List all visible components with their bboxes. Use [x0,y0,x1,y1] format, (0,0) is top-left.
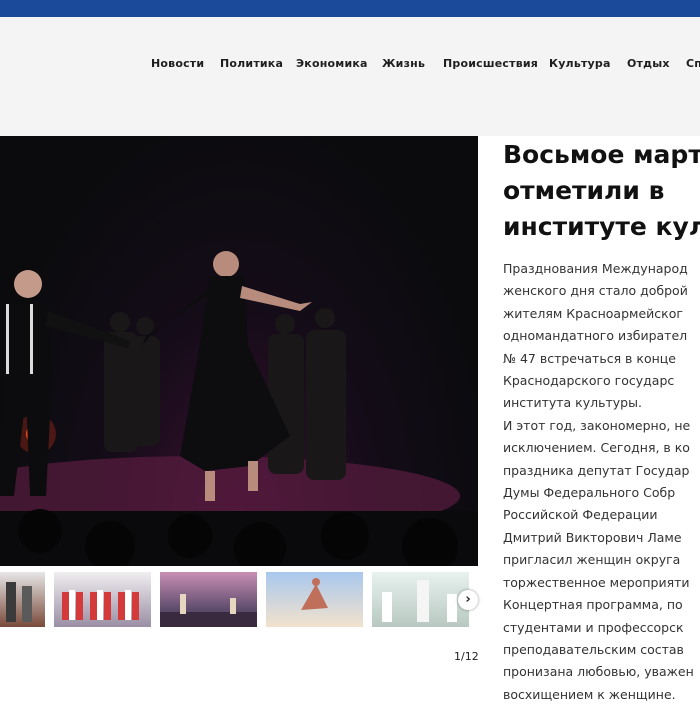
dance-scene-illustration [0,251,478,566]
article-line: № 47 встречаться в конце [503,350,676,366]
top-bar [0,0,700,17]
article-line: института культуры. [503,395,642,411]
thumbnail-4[interactable] [266,572,363,627]
article-line: женского дня стало доброй [503,283,688,299]
article-line: Празднования Международ [503,261,688,276]
nav-item-leisure[interactable]: Отдых [627,57,670,70]
thumbnail-3[interactable] [160,572,257,627]
gallery-counter: 1/12 [454,650,479,663]
article-line: студентами и профессорск [503,619,684,635]
thumbnail-1-image [6,582,32,622]
thumbnail-1[interactable] [0,572,45,627]
article-title-line: институте кул [503,212,700,241]
article-line: исключением. Сегодня, в ко [503,440,690,456]
article-line: И этот год, закономерно, не [503,417,691,433]
thumbnail-2-image [62,590,139,620]
nav-item-news[interactable]: Новости [151,57,204,70]
thumbnail-strip [0,572,480,628]
nav-item-politics[interactable]: Политика [220,57,283,70]
thumbnail-5[interactable] [372,572,469,627]
article-title: Восьмое март отметили в институте кул [503,137,700,245]
article-line: Концертная программа, по [503,597,683,613]
article-title-line: отметили в [503,176,665,205]
thumbnail-4-image [301,578,328,610]
article-body: Празднования Международ женского дня ста… [503,258,700,706]
nav-item-incidents[interactable]: Происшествия [443,57,538,70]
chevron-right-icon[interactable]: › [458,590,478,610]
article-line: Дмитрий Викторович Ламе [503,529,682,545]
thumbnail-5-image [382,580,457,622]
thumbnail-3-image [160,594,257,627]
nav-item-sport[interactable]: Сп [686,57,700,70]
nav-item-culture[interactable]: Культура [549,57,611,70]
thumbnail-2[interactable] [54,572,151,627]
article-line: пригласил женщин округа [503,552,681,568]
article-line: одномандатного избирател [503,328,688,344]
article-line: Думы Федерального Собр [503,485,676,501]
article-line: праздника депутат Государ [503,462,690,478]
main-photo[interactable] [0,136,478,566]
nav-item-life[interactable]: Жизнь [382,57,425,70]
nav-item-economy[interactable]: Экономика [296,57,368,70]
article-line: преподавательским состав [503,641,684,657]
article-line: Краснодарского государс [503,373,675,389]
article-title-line: Восьмое март [503,140,700,169]
article-line: Российской Федерации [503,507,658,523]
site-header: Новости Политика Экономика Жизнь Происше… [0,17,700,136]
article-line: жителям Красноармейског [503,305,683,321]
article-line: торжественное мероприяти [503,574,690,590]
article-line: пронизана любовью, уважен [503,664,694,680]
article-line: восхищением к женщине. [503,686,676,702]
